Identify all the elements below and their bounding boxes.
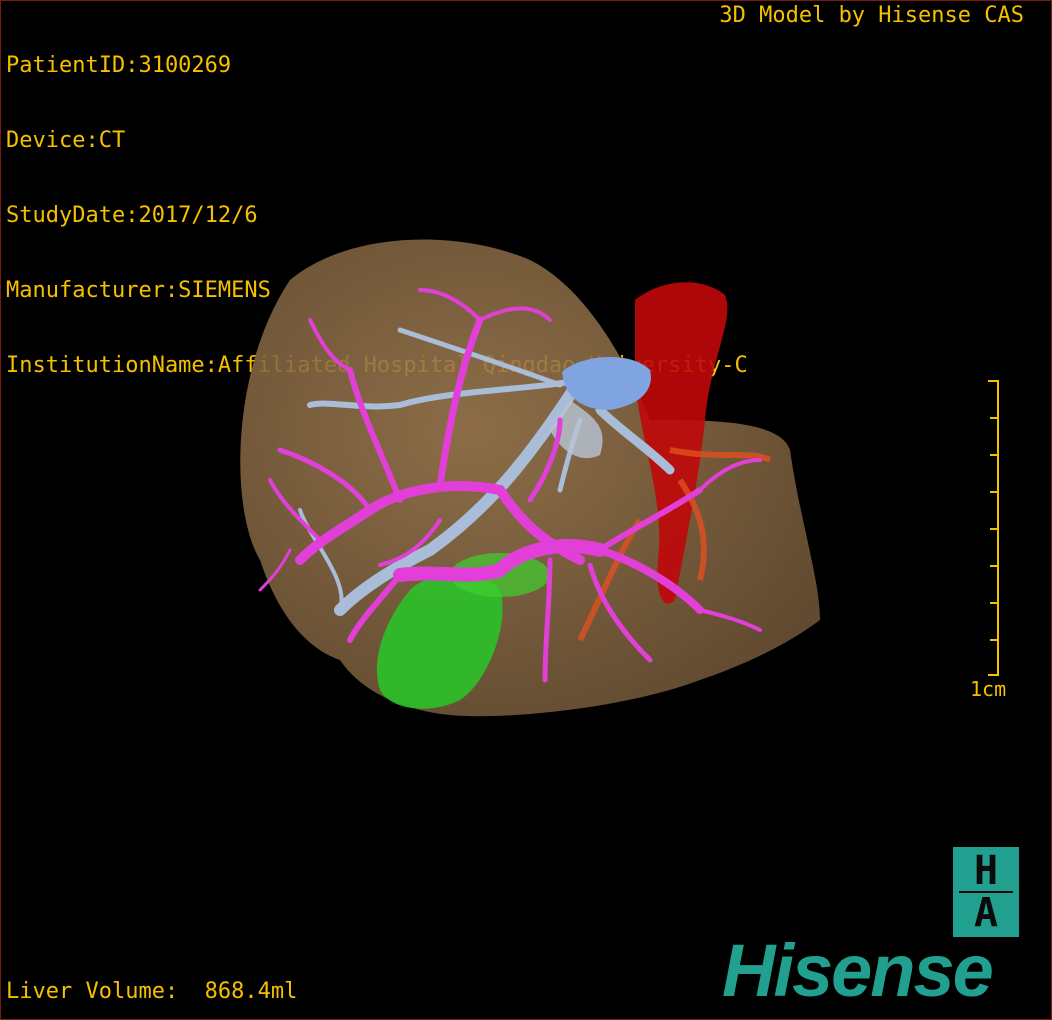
device-text: Device:CT bbox=[6, 128, 126, 153]
hisense-brand-logo: Hisense bbox=[722, 929, 994, 1012]
model-credit-text: 3D Model by Hisense CAS bbox=[719, 3, 1024, 28]
scale-bar-label: 1cm bbox=[970, 677, 1006, 700]
logo-letter-top: H bbox=[973, 848, 999, 894]
liver-3d-model[interactable] bbox=[200, 220, 840, 740]
patient-id-text: PatientID:3100269 bbox=[6, 53, 232, 78]
liver-volume-text: Liver Volume: 868.4ml bbox=[6, 979, 298, 1004]
logo-letter-bottom: A bbox=[973, 890, 999, 936]
scale-bar: 1cm bbox=[970, 380, 1006, 700]
ha-logo: H A bbox=[953, 847, 1019, 937]
